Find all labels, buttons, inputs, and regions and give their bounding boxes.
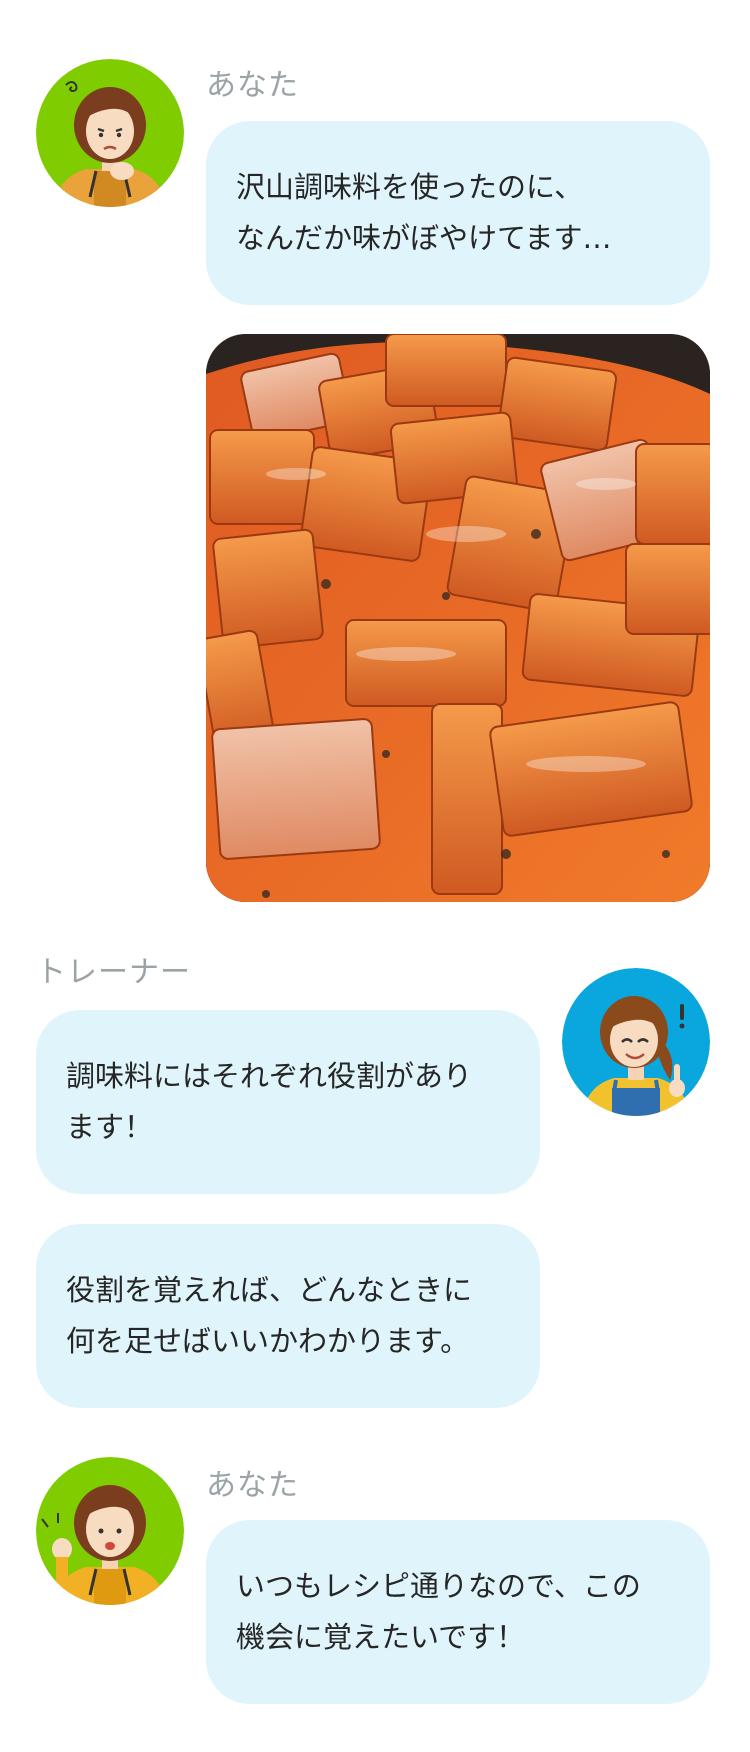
user-avatar-worried-icon <box>36 59 184 207</box>
message-bubble: 役割を覚えれば、どんなときに 何を足せばいいかわかります。 <box>36 1224 540 1408</box>
trainer-avatar-icon <box>562 968 710 1116</box>
message-bubble: 沢山調味料を使ったのに、 なんだか味がぼやけてます… <box>206 121 710 305</box>
speaker-label: あなた <box>206 68 299 103</box>
speaker-label: あなた <box>206 1468 299 1503</box>
message-bubble: いつもレシピ通りなので、この 機会に覚えたいです！ <box>206 1520 710 1704</box>
user-avatar-idea-icon <box>36 1457 184 1605</box>
message-bubble: 調味料にはそれぞれ役割があり ます！ <box>36 1010 540 1194</box>
food-photo <box>206 334 710 902</box>
speaker-label: トレーナー <box>36 955 191 990</box>
